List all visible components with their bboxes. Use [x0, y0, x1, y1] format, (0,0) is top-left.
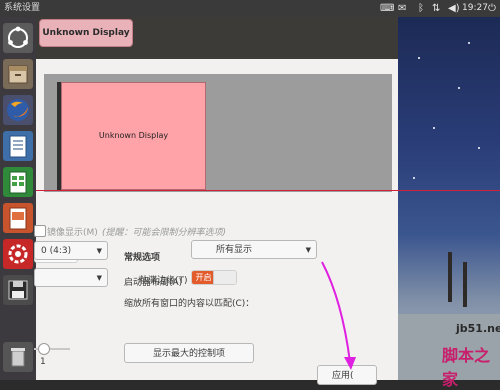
annotation-arrow — [321, 261, 356, 370]
